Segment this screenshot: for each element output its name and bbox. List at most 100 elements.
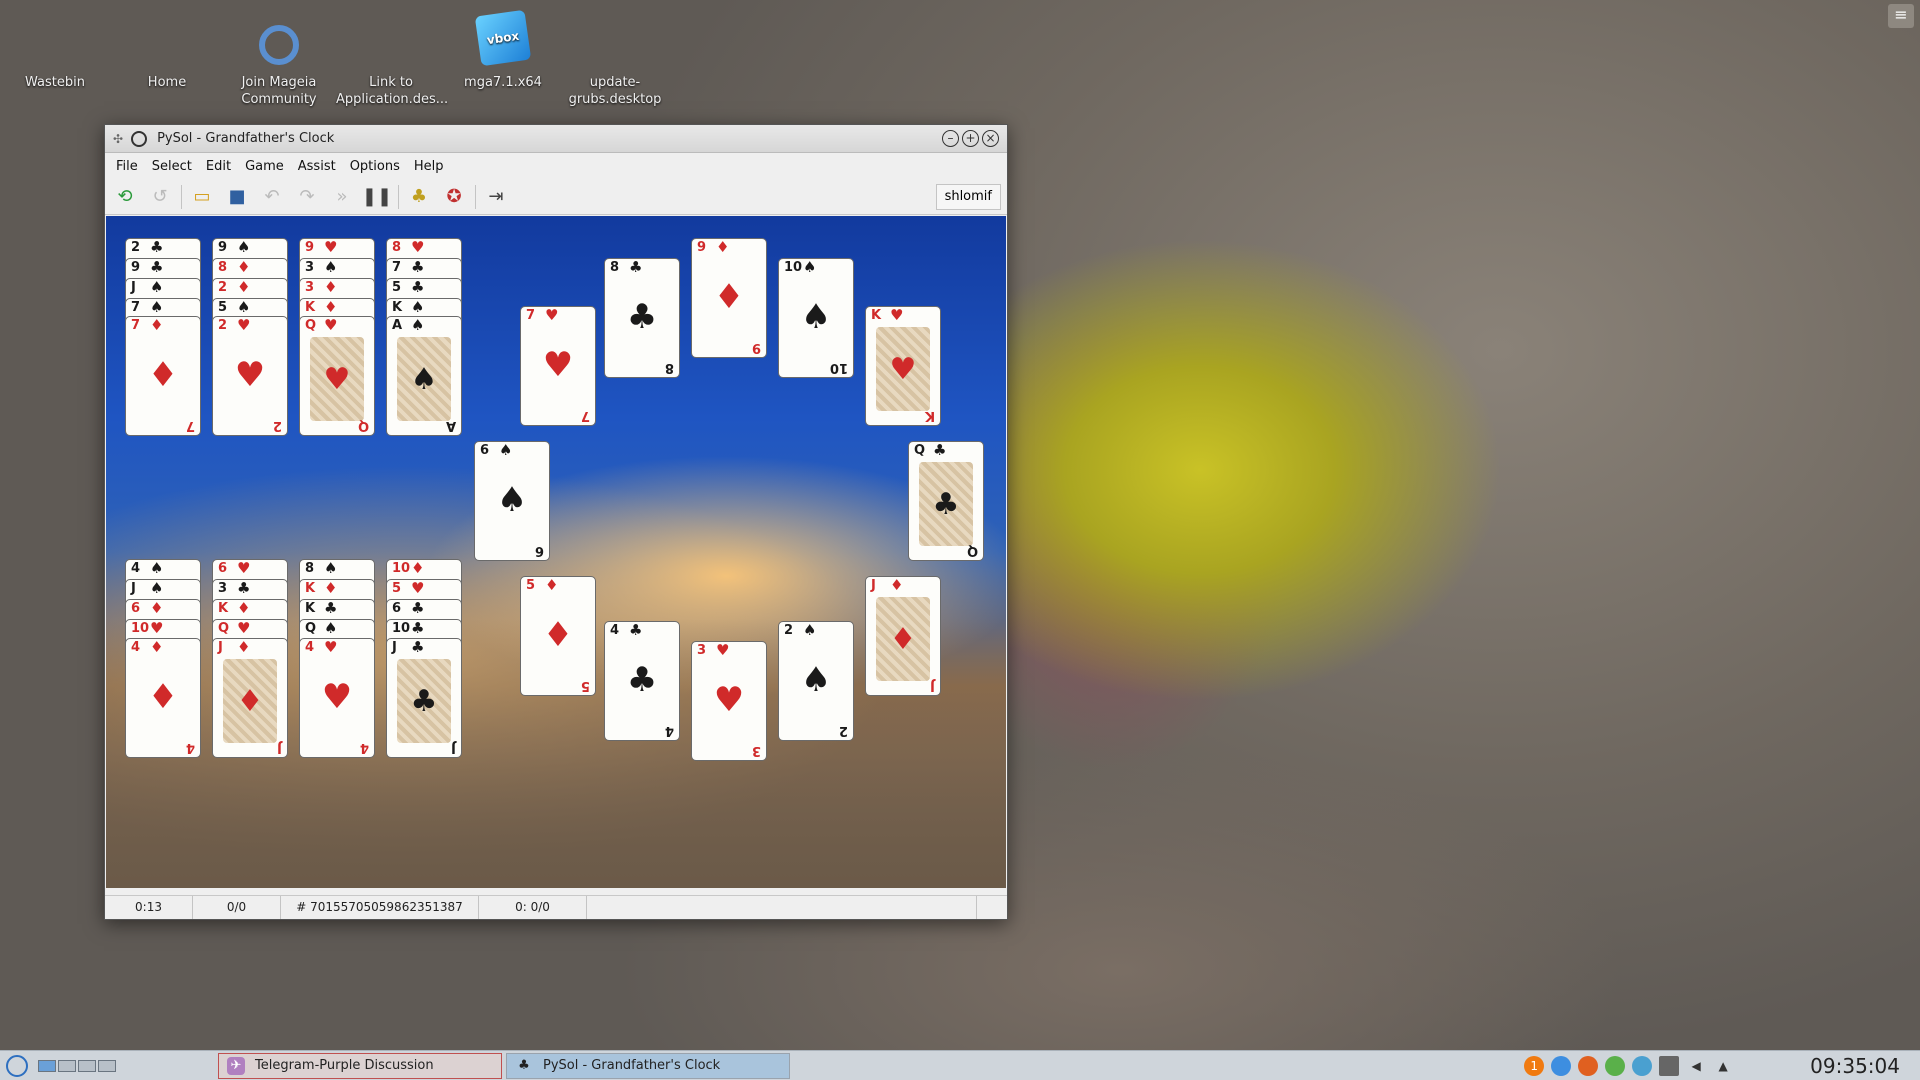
quit-icon[interactable]: ⇥	[482, 183, 510, 211]
card-rank: 2	[218, 318, 228, 333]
app-launcher-icon[interactable]	[6, 1054, 28, 1077]
card-top[interactable]: 4 ♥ ♥ 4	[299, 638, 375, 758]
task-pysol[interactable]: ♣ PySol - Grandfather's Clock	[506, 1052, 790, 1079]
clock-card[interactable]: 9 ♦ ♦ 9	[691, 238, 767, 358]
card-top[interactable]: Q ♥ ♥ Q	[299, 316, 375, 436]
rules-icon[interactable]: ✪	[440, 183, 468, 211]
redo-icon[interactable]: ↷	[293, 183, 321, 211]
desktop-icon-home[interactable]: Home	[112, 8, 222, 91]
card-top[interactable]: A ♠ ♠ A	[386, 316, 462, 436]
clock[interactable]: 09:35:04	[1810, 1054, 1900, 1078]
clock-card[interactable]: Q ♣ ♣ Q	[908, 441, 984, 561]
volume-icon[interactable]: ◀	[1686, 1056, 1706, 1076]
card-top[interactable]: 7 ♦ ♦ 7	[125, 316, 201, 436]
task-telegram[interactable]: ✈ Telegram-Purple Discussion	[218, 1052, 502, 1079]
player-name[interactable]: shlomif	[935, 184, 1001, 210]
clock-card[interactable]: 6 ♠ ♠ 6	[474, 441, 550, 561]
menu-assist[interactable]: Assist	[291, 159, 343, 174]
close-icon[interactable]: ×	[982, 130, 999, 147]
clipboard-icon[interactable]	[1659, 1055, 1680, 1076]
card-rank-bottom: Q	[966, 543, 978, 558]
menu-edit[interactable]: Edit	[199, 159, 238, 174]
status-moves: 0/0	[193, 896, 281, 919]
autodrop-icon[interactable]: »	[328, 183, 356, 211]
card-rank: 4	[305, 640, 315, 655]
menubar: File Select Edit Game Assist Options Hel…	[105, 153, 1007, 179]
pause-icon[interactable]: ❚❚	[362, 183, 392, 211]
card-rank-bottom: 4	[185, 740, 195, 755]
new-game-icon[interactable]: ⟲	[111, 183, 139, 211]
clock-card[interactable]: 7 ♥ ♥ 7	[520, 306, 596, 426]
maximize-icon[interactable]: +	[962, 130, 979, 147]
card-suit: ♦	[890, 576, 904, 594]
card-pips: ♠	[496, 480, 528, 520]
system-tray: 1 ◀ ▲ 09:35:04	[1524, 1054, 1900, 1078]
desktop-icon-update-grubs[interactable]: update-grubs.desktop	[560, 8, 670, 108]
status-score: 0: 0/0	[479, 896, 587, 919]
card-rank: 6	[480, 443, 490, 458]
clock-card[interactable]: 2 ♠ ♠ 2	[778, 621, 854, 741]
mageia-update-icon[interactable]	[1578, 1055, 1599, 1076]
clock-card[interactable]: 10 ♠ ♠ 10	[778, 258, 854, 378]
menu-file[interactable]: File	[109, 159, 145, 174]
card-face-picture: ♥	[876, 327, 930, 411]
card-top[interactable]: J ♦ ♦ J	[212, 638, 288, 758]
window-titlebar[interactable]: ✣ PySol - Grandfather's Clock – + ×	[105, 125, 1007, 153]
window-menu-icon[interactable]	[131, 130, 148, 147]
card-rank-bottom: Q	[357, 418, 369, 433]
card-suit: ♥	[324, 316, 338, 334]
statistics-icon[interactable]: ♣	[405, 183, 433, 211]
card-rank: Q	[305, 318, 317, 333]
window-title: PySol - Grandfather's Clock	[157, 131, 335, 146]
desktop-icon-wastebin[interactable]: Wastebin	[0, 8, 110, 91]
desktop-menu-icon[interactable]: ≡	[1888, 4, 1914, 28]
undo-icon[interactable]: ↶	[258, 183, 286, 211]
card-rank: 3	[697, 643, 707, 658]
card-suit: ♥	[890, 306, 904, 324]
save-icon[interactable]: ■	[223, 183, 251, 211]
card-rank-bottom: K	[924, 408, 935, 423]
wastebin-icon	[25, 8, 85, 68]
clock-card[interactable]: K ♥ ♥ K	[865, 306, 941, 426]
card-suit: ♦	[237, 638, 251, 656]
card-rank-bottom: 2	[272, 418, 282, 433]
minimize-icon[interactable]: –	[942, 130, 959, 147]
card-suit: ♣	[411, 638, 425, 656]
network-icon[interactable]	[1551, 1055, 1572, 1076]
card-face-picture: ♣	[919, 462, 973, 546]
clock-card[interactable]: J ♦ ♦ J	[865, 576, 941, 696]
game-board: 2 ♣ 9 ♣ J ♠ 7 ♠ 7 ♦ ♦ 7 9 ♠ 8 ♦ 2 ♦ 5 ♠ 2 ♥ ♥ 2 9 ♥ 3 ♠ …	[106, 216, 1006, 888]
card-suit: ♦	[150, 316, 164, 334]
card-rank-bottom: J	[277, 740, 282, 755]
desktop-icon-link-application[interactable]: Link to Application.des...	[336, 8, 448, 108]
card-rank: J	[392, 640, 397, 655]
virtualbox-icon: vbox	[473, 8, 533, 68]
open-icon[interactable]: ▭	[188, 183, 216, 211]
restart-icon[interactable]: ↺	[146, 183, 174, 211]
card-top[interactable]: 4 ♦ ♦ 4	[125, 638, 201, 758]
clock-card[interactable]: 4 ♣ ♣ 4	[604, 621, 680, 741]
update-badge-icon[interactable]: 1	[1524, 1055, 1545, 1076]
card-rank-bottom: 6	[534, 543, 544, 558]
card-pips: ♦	[147, 355, 179, 395]
card-top[interactable]: J ♣ ♣ J	[386, 638, 462, 758]
desktop-icon-mga7[interactable]: vbox mga7.1.x64	[448, 8, 558, 91]
connection-icon[interactable]	[1632, 1055, 1653, 1076]
desktop-pager[interactable]	[38, 1059, 118, 1072]
chat-icon[interactable]	[1605, 1055, 1626, 1076]
desktop-icon-join-mageia[interactable]: Join Mageia Community	[224, 8, 334, 108]
menu-game[interactable]: Game	[238, 159, 291, 174]
clock-card[interactable]: 8 ♣ ♣ 8	[604, 258, 680, 378]
card-suit: ♠	[803, 621, 817, 639]
menu-help[interactable]: Help	[407, 159, 451, 174]
card-suit: ♠	[411, 316, 425, 334]
menu-select[interactable]: Select	[145, 159, 199, 174]
pin-icon[interactable]: ✣	[113, 132, 123, 146]
clock-card[interactable]: 3 ♥ ♥ 3	[691, 641, 767, 761]
card-rank: 5	[526, 578, 536, 593]
status-game-number: # 70155705059862351387	[281, 896, 479, 919]
card-top[interactable]: 2 ♥ ♥ 2	[212, 316, 288, 436]
menu-options[interactable]: Options	[343, 159, 407, 174]
clock-card[interactable]: 5 ♦ ♦ 5	[520, 576, 596, 696]
tray-expand-icon[interactable]: ▲	[1713, 1056, 1733, 1076]
